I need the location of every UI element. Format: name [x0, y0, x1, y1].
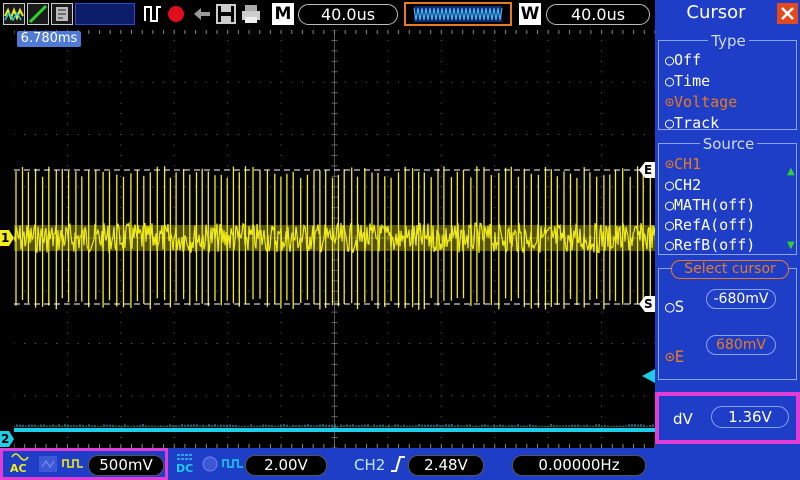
- cursor-e-marker[interactable]: E: [639, 162, 655, 178]
- select-cursor-title: Select cursor: [671, 260, 789, 279]
- delta-voltage-readout: dV 1.36V: [655, 392, 800, 444]
- display-slot: [75, 3, 135, 25]
- ch2-invert-icon: [222, 455, 244, 473]
- main-timebase-label: M: [272, 3, 294, 25]
- ch2-waveform: [14, 424, 655, 432]
- ch1-bw-icon: [38, 455, 58, 473]
- print-icon[interactable]: [240, 3, 262, 25]
- select-cursor-group: Select cursor ○S -680mV ⊙E 680mV: [658, 260, 797, 380]
- trigger-level[interactable]: 2.48V: [408, 455, 484, 476]
- close-button[interactable]: [777, 3, 798, 24]
- cursor-s-marker[interactable]: S: [639, 296, 655, 312]
- ac-wave-icon: [11, 453, 29, 461]
- waveform-view-icon[interactable]: [27, 3, 49, 25]
- dc-line-icon: [177, 454, 193, 460]
- cursor-e-label: E: [644, 163, 653, 177]
- trigger-level-marker[interactable]: [642, 368, 655, 383]
- time-base-display[interactable]: 40.0us: [298, 4, 398, 25]
- source-group-title: Source: [699, 135, 758, 153]
- type-option-track[interactable]: ○Track: [665, 114, 719, 132]
- run-stop-icon[interactable]: [143, 3, 163, 25]
- close-icon: [781, 7, 794, 20]
- source-group: Source ⊙CH1 ○CH2 ○MATH(off) ○RefA(off) ○…: [658, 135, 797, 255]
- cursor-s-label: S: [644, 297, 653, 311]
- ch2-marker-label: 2: [1, 432, 10, 446]
- ch1-coupling[interactable]: AC: [6, 452, 34, 476]
- ch2-bw-icon: [200, 455, 220, 473]
- scroll-down-icon[interactable]: ▼: [787, 240, 795, 251]
- source-option-math[interactable]: ○MATH(off): [665, 196, 755, 214]
- pointer-icon[interactable]: [191, 3, 213, 25]
- top-toolbar: M 40.0us W 40.0us: [0, 0, 655, 30]
- ch2-coupling[interactable]: DC: [174, 452, 202, 476]
- delta-voltage-label: dV: [673, 410, 693, 428]
- window-timebase-label: W: [519, 3, 541, 25]
- rising-edge-icon: [390, 454, 406, 474]
- source-option-refa[interactable]: ○RefA(off): [665, 216, 755, 234]
- waveform-persist-icon[interactable]: [51, 3, 73, 25]
- source-option-refb[interactable]: ○RefB(off): [665, 236, 755, 254]
- trigger-time-label: 6.780ms: [17, 31, 81, 47]
- cursor-e-option[interactable]: ⊙E: [665, 347, 684, 366]
- source-option-ch2[interactable]: ○CH2: [665, 176, 701, 194]
- delta-voltage-value: 1.36V: [711, 406, 789, 428]
- trigger-channel[interactable]: CH2: [354, 456, 385, 474]
- source-option-ch1[interactable]: ⊙CH1: [665, 155, 701, 173]
- save-icon[interactable]: [215, 3, 237, 25]
- frequency-counter: 0.00000Hz: [512, 455, 646, 476]
- type-group: Type ○Off ○Time ⊙Voltage ○Track: [658, 32, 797, 132]
- type-group-title: Type: [708, 32, 749, 50]
- ch2-ground-marker[interactable]: 2: [0, 431, 14, 447]
- panel-title: Cursor: [686, 2, 746, 23]
- type-option-voltage[interactable]: ⊙Voltage: [665, 93, 737, 111]
- cursor-s-value[interactable]: -680mV: [706, 289, 776, 309]
- cursor-e-value[interactable]: 680mV: [706, 335, 776, 355]
- scroll-up-icon[interactable]: ▲: [787, 166, 795, 177]
- waveform-run-icon[interactable]: [3, 3, 25, 25]
- record-icon[interactable]: [167, 3, 185, 25]
- ch1-ground-marker[interactable]: 1: [0, 230, 14, 246]
- waveform-display[interactable]: [14, 30, 655, 448]
- type-option-off[interactable]: ○Off: [665, 51, 701, 69]
- type-option-time[interactable]: ○Time: [665, 72, 710, 90]
- ch1-invert-icon: [62, 455, 84, 473]
- ch2-volts-per-div[interactable]: 2.00V: [245, 455, 327, 476]
- ch1-marker-label: 1: [1, 231, 10, 245]
- ch1-volts-per-div[interactable]: 500mV: [88, 455, 164, 476]
- cursor-s-option[interactable]: ○S: [665, 297, 684, 316]
- window-time-base-display[interactable]: 40.0us: [546, 4, 650, 25]
- trigger-position-indicator[interactable]: [404, 2, 512, 26]
